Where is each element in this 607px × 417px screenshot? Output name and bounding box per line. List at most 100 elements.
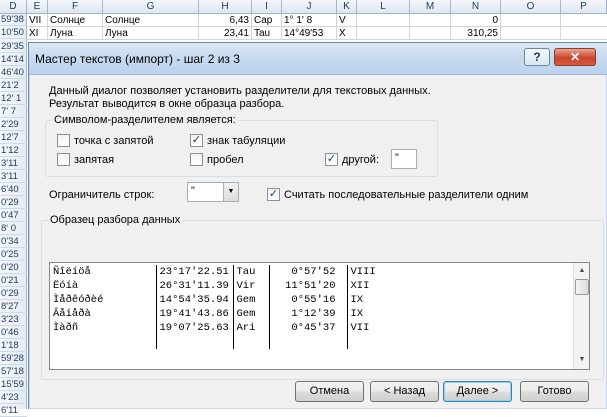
cell-g[interactable]: Солнце bbox=[103, 14, 199, 27]
column-header-row: D E F G H I J K L M N O P bbox=[0, 0, 607, 14]
row-header[interactable]: 10'50 bbox=[0, 27, 27, 39]
back-button[interactable]: < Назад bbox=[370, 381, 439, 402]
cell-e[interactable]: VII bbox=[27, 14, 48, 27]
row-header[interactable]: 59'28 bbox=[0, 353, 27, 365]
row-header[interactable]: 8' 0 bbox=[0, 223, 27, 235]
cell-f[interactable]: Луна bbox=[48, 27, 103, 40]
cell-i[interactable]: Cap bbox=[252, 14, 282, 27]
preview-cell: 26°31'11.39 bbox=[156, 279, 234, 293]
column-header-d[interactable]: D bbox=[0, 0, 27, 14]
help-button[interactable]: ? bbox=[524, 48, 550, 66]
scroll-up-icon[interactable]: ▲ bbox=[575, 264, 589, 278]
comma-checkbox[interactable] bbox=[57, 153, 70, 166]
row-header[interactable]: 4'23 bbox=[0, 392, 27, 404]
preview-cell: 23°17'22.51 bbox=[156, 265, 234, 279]
next-button[interactable]: Далее > bbox=[443, 381, 512, 402]
row-header[interactable]: 2'29 bbox=[0, 119, 27, 131]
row-header[interactable]: 12'7 bbox=[0, 132, 27, 144]
row-header[interactable]: 1'12 bbox=[0, 145, 27, 157]
row-header[interactable]: 0'25 bbox=[0, 249, 27, 261]
row-header[interactable]: 3'23 bbox=[0, 314, 27, 326]
row-header[interactable]: 0'20 bbox=[0, 262, 27, 274]
semicolon-label: точка с запятой bbox=[74, 135, 154, 147]
cell-m[interactable] bbox=[410, 27, 451, 40]
description-line-2: Результат выводится в окне образца разбо… bbox=[49, 98, 285, 110]
column-header-f[interactable]: F bbox=[48, 0, 103, 14]
row-header[interactable]: 12' 1 bbox=[0, 93, 27, 105]
cell-k[interactable]: V bbox=[337, 14, 357, 27]
column-header-n[interactable]: N bbox=[451, 0, 501, 14]
row-header[interactable]: 59'38 bbox=[0, 14, 27, 26]
row-header[interactable]: 6'40 bbox=[0, 184, 27, 196]
semicolon-checkbox[interactable] bbox=[57, 134, 70, 147]
cell-j[interactable]: 1° 1' 8 bbox=[282, 14, 337, 27]
column-header-m[interactable]: M bbox=[410, 0, 451, 14]
column-header-o[interactable]: O bbox=[501, 0, 561, 14]
preview-vertical-scrollbar[interactable]: ▲ ▼ bbox=[573, 263, 589, 369]
row-header[interactable]: 3'11 bbox=[0, 158, 27, 170]
tab-checkbox[interactable]: ✓ bbox=[190, 134, 203, 147]
row-header[interactable]: 0'29 bbox=[0, 288, 27, 300]
row-header[interactable]: 0'34 bbox=[0, 236, 27, 248]
row-header[interactable]: 14'14 bbox=[0, 54, 27, 66]
column-header-h[interactable]: H bbox=[199, 0, 252, 14]
column-header-g[interactable]: G bbox=[103, 0, 199, 14]
cell-m[interactable] bbox=[410, 14, 451, 27]
cell-l[interactable] bbox=[357, 14, 410, 27]
scroll-down-icon[interactable]: ▼ bbox=[575, 353, 589, 367]
text-qualifier-combo[interactable]: " ▼ bbox=[187, 182, 239, 202]
cell-l[interactable] bbox=[357, 27, 410, 40]
row-header[interactable]: 15'59 bbox=[0, 379, 27, 391]
column-header-k[interactable]: K bbox=[337, 0, 357, 14]
cell-j[interactable]: 14°49'53 bbox=[282, 27, 337, 40]
other-delimiter-input[interactable]: " bbox=[391, 149, 417, 169]
row-header[interactable]: 3'11 bbox=[0, 171, 27, 183]
preview-cell: 19°41'43.86 bbox=[156, 307, 234, 321]
column-header-e[interactable]: E bbox=[27, 0, 48, 14]
space-checkbox[interactable] bbox=[190, 153, 203, 166]
row-header[interactable]: 1'18 bbox=[0, 340, 27, 352]
row-header[interactable]: 46'40 bbox=[0, 67, 27, 79]
treat-consecutive-label: Считать последовательные разделители одн… bbox=[284, 189, 529, 201]
cell-o[interactable] bbox=[501, 27, 561, 40]
row-header[interactable]: 6'11 bbox=[0, 405, 27, 417]
row-header[interactable]: 29'35 bbox=[0, 41, 27, 53]
row-header[interactable]: 0'46 bbox=[0, 327, 27, 339]
cell-n[interactable]: 0 bbox=[451, 14, 501, 27]
cell-k[interactable]: X bbox=[337, 27, 357, 40]
cell-i[interactable]: Tau bbox=[252, 27, 282, 40]
row-header[interactable]: 0'47 bbox=[0, 210, 27, 222]
cell-e[interactable]: XI bbox=[27, 27, 48, 40]
cell-g[interactable]: Луна bbox=[103, 27, 199, 40]
row-header[interactable]: 21'2 bbox=[0, 80, 27, 92]
other-checkbox[interactable]: ✓ bbox=[325, 153, 338, 166]
column-header-i[interactable]: I bbox=[252, 0, 282, 14]
cancel-button[interactable]: Отмена bbox=[295, 381, 364, 402]
row-header[interactable]: 0'21 bbox=[0, 275, 27, 287]
preview-cell: 0°45'37 bbox=[269, 321, 348, 335]
finish-button[interactable]: Готово bbox=[520, 381, 589, 402]
column-header-l[interactable]: L bbox=[357, 0, 410, 14]
cell-h[interactable]: 6,43 bbox=[199, 14, 252, 27]
row-header[interactable]: 7' 7 bbox=[0, 106, 27, 118]
preview-row: Ëóíà 26°31'11.39 Vir 11°51'20 XII bbox=[50, 279, 547, 293]
treat-consecutive-checkbox[interactable]: ✓ bbox=[267, 188, 280, 201]
table-row: XI Луна Луна 23,41 Tau 14°49'53 X 310,25 bbox=[27, 27, 607, 40]
row-header[interactable]: 0'29 bbox=[0, 197, 27, 209]
close-button[interactable]: ✕ bbox=[554, 48, 596, 66]
column-header-j[interactable]: J bbox=[282, 0, 337, 14]
dialog-titlebar[interactable]: Мастер текстов (импорт) - шаг 2 из 3 ? ✕ bbox=[29, 43, 607, 75]
cell-n[interactable]: 310,25 bbox=[451, 27, 501, 40]
column-header-p[interactable]: P bbox=[561, 0, 607, 14]
scroll-thumb[interactable] bbox=[575, 279, 589, 295]
row-header[interactable]: 8'27 bbox=[0, 301, 27, 313]
data-preview-pane[interactable]: Ñîëíöå 23°17'22.51 Tau 0°57'52 VIII Ëóíà 26°3… bbox=[49, 262, 590, 370]
question-icon: ? bbox=[533, 50, 541, 64]
cell-h[interactable]: 23,41 bbox=[199, 27, 252, 40]
text-qualifier-value: " bbox=[191, 185, 195, 197]
chevron-down-icon[interactable]: ▼ bbox=[223, 183, 238, 201]
other-label: другой: bbox=[342, 154, 380, 166]
row-header[interactable]: 57'18 bbox=[0, 366, 27, 378]
cell-f[interactable]: Солнце bbox=[48, 14, 103, 27]
cell-o[interactable] bbox=[501, 14, 561, 27]
